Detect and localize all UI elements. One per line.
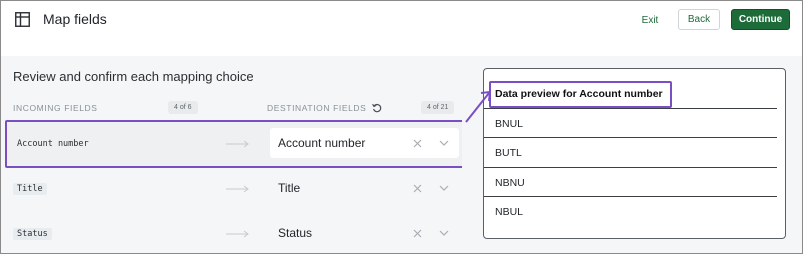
chevron-down-icon[interactable]: [439, 140, 449, 147]
table-grid-icon: [15, 12, 30, 27]
destination-fields-header: DESTINATION FIELDS: [267, 103, 367, 113]
preview-value: NBUL: [495, 206, 524, 218]
incoming-field: Account number: [17, 139, 89, 149]
preview-value: BUTL: [495, 147, 522, 159]
destination-count-badge: 4 of 21: [421, 101, 455, 114]
incoming-count-badge: 4 of 6: [168, 101, 198, 114]
arrow-right-icon: [226, 185, 249, 193]
incoming-field: Status: [13, 228, 52, 240]
divider: [484, 196, 777, 197]
back-button[interactable]: Back: [678, 9, 720, 30]
continue-button[interactable]: Continue: [731, 9, 790, 30]
page-title: Map fields: [43, 11, 107, 27]
destination-field[interactable]: Status: [278, 226, 312, 240]
refresh-icon[interactable]: [372, 103, 382, 113]
close-icon[interactable]: [413, 229, 422, 238]
preview-value: BNUL: [495, 118, 524, 130]
incoming-fields-header: INCOMING FIELDS: [13, 103, 98, 113]
close-icon[interactable]: [413, 184, 422, 193]
connector-arrow-icon: [465, 90, 492, 123]
arrow-right-icon: [226, 140, 249, 148]
divider: [484, 108, 777, 109]
close-icon[interactable]: [413, 139, 422, 148]
exit-button[interactable]: Exit: [634, 10, 666, 30]
destination-field[interactable]: Title: [278, 181, 300, 195]
chevron-down-icon[interactable]: [439, 185, 449, 192]
preview-title: Data preview for Account number: [495, 88, 663, 100]
divider: [484, 137, 777, 138]
incoming-field: Title: [13, 183, 47, 195]
divider: [484, 167, 777, 168]
arrow-right-icon: [226, 230, 249, 238]
chevron-down-icon[interactable]: [439, 230, 449, 237]
preview-value: NBNU: [495, 177, 525, 189]
section-title: Review and confirm each mapping choice: [13, 69, 254, 84]
destination-field: Account number: [278, 136, 366, 150]
